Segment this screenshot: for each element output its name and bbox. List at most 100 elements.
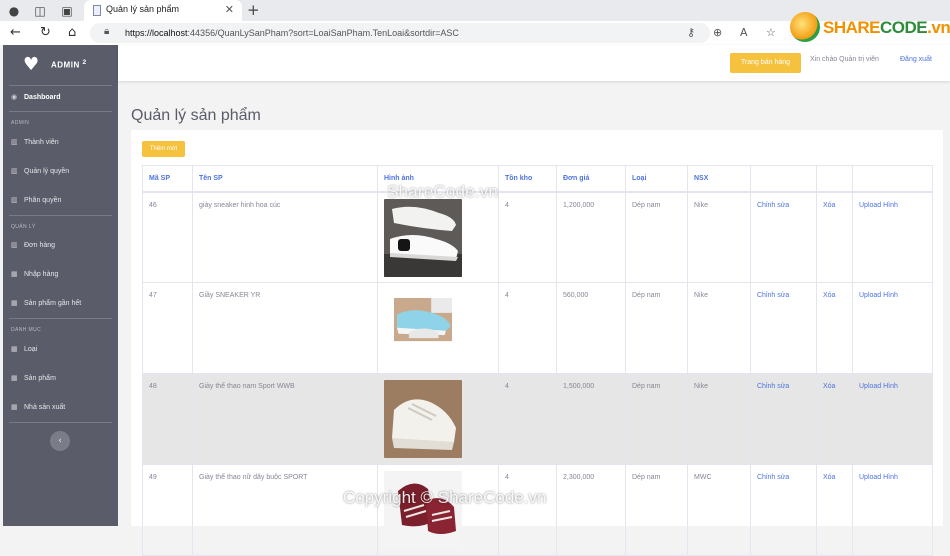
edit-link[interactable]: Chỉnh sửa [750, 282, 817, 374]
url-host: https://localhost [125, 28, 188, 38]
upload-image-link[interactable]: Upload Hình [852, 282, 933, 374]
tab-actions-icon[interactable]: ▣ [59, 3, 75, 19]
delete-link[interactable]: Xóa [816, 464, 853, 556]
sidebar-item-dashboard[interactable]: ◉ Dashboard [11, 93, 61, 101]
sidebar-brand[interactable]: ♥ ADMIN 2 [3, 45, 118, 83]
watermark-top: ShareCode.vn [387, 182, 499, 201]
product-image [384, 471, 462, 549]
browser-tab-active[interactable]: Quản lý sản phẩm ✕ [84, 0, 242, 22]
table-row: 46 giày sneaker hinh hoa cúc 4 1,200,000… [142, 191, 933, 283]
sidebar-divider [9, 111, 112, 112]
cell-name: Giày thể thao nam Sport WWB [192, 373, 378, 465]
read-aloud-icon[interactable]: A [740, 26, 748, 39]
zoom-icon[interactable]: ⊕ [713, 26, 722, 39]
cell-price: 560,000 [556, 282, 626, 374]
sidebar-item-imports[interactable]: ▦ Nhập hàng [11, 270, 58, 278]
sidebar-item-label: Quản lý quyền [24, 168, 70, 175]
column-header-id[interactable]: Mã SP [142, 165, 193, 193]
delete-link[interactable]: Xóa [816, 282, 853, 374]
sidebar-item-label: Loại [24, 346, 38, 353]
sidebar-item-label: Thành viên [24, 139, 59, 146]
sidebar-item-categories[interactable]: ▦ Loại [11, 345, 37, 353]
cell-maker: Nike [687, 373, 751, 465]
cell-type: Dép nam [625, 373, 688, 465]
add-new-button[interactable]: Thêm mới [142, 141, 185, 157]
refresh-icon[interactable]: ↻ [40, 25, 51, 40]
cell-type: Dép nam [625, 282, 688, 374]
new-tab-icon[interactable]: + [247, 1, 260, 19]
key-icon[interactable]: ⚷ [687, 26, 695, 39]
table-icon: ▦ [11, 374, 18, 382]
edit-link[interactable]: Chỉnh sửa [750, 191, 817, 283]
column-header-maker[interactable]: NSX [687, 165, 751, 193]
url-text[interactable]: https://localhost:44356/QuanLySanPham?so… [125, 28, 459, 38]
cell-type: Dép nam [625, 464, 688, 556]
close-tab-icon[interactable]: ✕ [225, 3, 234, 16]
sidebar-item-label: Đơn hàng [24, 242, 56, 249]
delete-link[interactable]: Xóa [816, 373, 853, 465]
cell-stock: 4 [498, 464, 557, 556]
table-icon: ▦ [11, 299, 18, 307]
cell-name: Giày thể thao nữ dây buộc SPORT [192, 464, 378, 556]
sidebar-item-permissions[interactable]: ▥ Phân quyền [11, 196, 61, 204]
profile-icon[interactable]: ● [6, 3, 22, 19]
sidebar-heading-admin: ADMIN [11, 120, 30, 126]
sharecode-logo: SHARECODE.vn [790, 12, 950, 44]
chart-icon: ▥ [11, 167, 18, 175]
dashboard-icon: ◉ [11, 93, 18, 101]
column-header-blank [816, 165, 853, 193]
sidebar-divider [9, 422, 112, 423]
sidebar-toggle-button[interactable]: ‹ [50, 431, 70, 451]
watermark-bottom: Copyright © ShareCode.vn [343, 488, 547, 507]
sidebar-item-products[interactable]: ▦ Sản phẩm [11, 374, 56, 382]
table-row: 48 Giày thể thao nam Sport WWB 4 1,500,0… [142, 373, 933, 465]
upload-image-link[interactable]: Upload Hình [852, 464, 933, 556]
column-header-stock[interactable]: Tồn kho [498, 165, 557, 193]
product-image [384, 198, 462, 277]
home-icon[interactable]: ⌂ [68, 25, 76, 40]
cell-image [377, 191, 499, 283]
cell-id: 47 [142, 282, 193, 374]
edit-link[interactable]: Chỉnh sửa [750, 464, 817, 556]
cell-image [377, 464, 499, 556]
lock-icon[interactable]: 🔒︎ [104, 26, 109, 37]
sidebar-divider [9, 215, 112, 216]
back-icon[interactable]: ← [10, 25, 21, 40]
sidebar-item-low-stock[interactable]: ▦ Sản phẩm gần hết [11, 299, 81, 307]
store-page-button[interactable]: Trang bán hàng [730, 53, 801, 73]
page-title: Quản lý sản phẩm [131, 107, 261, 124]
sidebar-item-orders[interactable]: ▥ Đơn hàng [11, 241, 55, 249]
sidebar-item-manufacturers[interactable]: ▦ Nhà sản xuất [11, 403, 65, 411]
cell-image [377, 373, 499, 465]
chart-icon: ▥ [11, 241, 18, 249]
column-header-type[interactable]: Loại [625, 165, 688, 193]
chevron-left-icon: ‹ [58, 436, 62, 446]
brand-name: ADMIN 2 [51, 59, 87, 70]
cell-stock: 4 [498, 191, 557, 283]
column-header-name[interactable]: Tên SP [192, 165, 378, 193]
column-header-price[interactable]: Đơn giá [556, 165, 626, 193]
sharecode-logo-icon [790, 12, 820, 42]
sidebar-item-roles[interactable]: ▥ Quản lý quyền [11, 167, 69, 175]
cell-maker: MWC [687, 464, 751, 556]
url-path: :44356/QuanLySanPham?sort=LoaiSanPham.Te… [187, 28, 459, 38]
upload-image-link[interactable]: Upload Hình [852, 191, 933, 283]
cell-id: 49 [142, 464, 193, 556]
collections-icon[interactable]: ◫ [32, 3, 48, 19]
chart-icon: ▥ [11, 138, 18, 146]
cell-stock: 4 [498, 373, 557, 465]
sidebar-item-label: Sản phẩm gần hết [24, 300, 82, 307]
cell-name: giày sneaker hinh hoa cúc [192, 191, 378, 283]
browser-chrome: ● ◫ ▣ Quản lý sản phẩm ✕ + ← ↻ ⌂ 🔒︎ http… [0, 0, 950, 45]
table-header-row: Mã SP Tên SP Hình ảnh Tồn kho Đơn giá Lo… [142, 165, 933, 193]
favorite-star-icon[interactable]: ☆ [766, 26, 776, 39]
delete-link[interactable]: Xóa [816, 191, 853, 283]
cell-name: Giầy SNEAKER YR [192, 282, 378, 374]
upload-image-link[interactable]: Upload Hình [852, 373, 933, 465]
edit-link[interactable]: Chỉnh sửa [750, 373, 817, 465]
sidebar-item-members[interactable]: ▥ Thành viên [11, 138, 59, 146]
logout-link[interactable]: Đăng xuất [900, 56, 932, 63]
url-field[interactable]: 🔒︎ https://localhost:44356/QuanLySanPham… [90, 23, 710, 43]
table-icon: ▦ [11, 345, 18, 353]
sidebar-item-label: Sản phẩm [24, 375, 56, 382]
